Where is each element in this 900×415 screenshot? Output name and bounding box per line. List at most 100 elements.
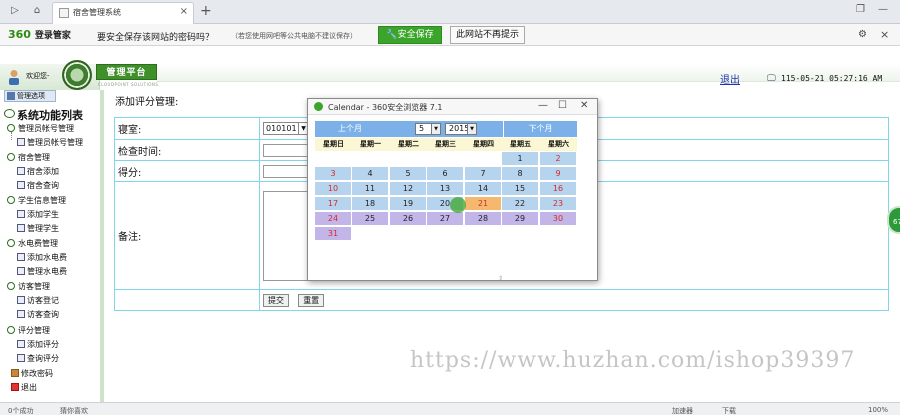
status-bar: 0个成功 猜你喜欢 加速器 下载 100% [0, 402, 900, 415]
calendar-day[interactable]: 2 [540, 152, 576, 165]
weekday-label: 星期四 [473, 140, 494, 148]
dorm-select[interactable]: 010101 ▼ [263, 122, 309, 135]
calendar-day[interactable]: 16 [540, 182, 576, 195]
check-time-label: 检查时间: [114, 139, 260, 161]
calendar-day[interactable]: 10 [315, 182, 351, 195]
calendar-nav: 上个月 5 ▼ 2015 ▼ 下个月 [315, 121, 577, 137]
calendar-day[interactable]: 3 [315, 167, 351, 180]
status-success-count[interactable]: 0个成功 [8, 406, 33, 415]
calendar-weekday-header: 星期日 星期一 星期二 星期三 星期四 星期五 星期六 [315, 138, 577, 151]
sidebar-item-label: 管理员帐号管理 [27, 138, 83, 147]
reset-button[interactable]: 重置 [298, 293, 325, 307]
save-password-button[interactable]: 🔧安全保存 [378, 26, 442, 44]
sidebar-group-label: 学生信息管理 [18, 196, 66, 205]
month-select[interactable]: 5 ▼ [415, 123, 441, 135]
calendar-day[interactable]: 7 [465, 167, 501, 180]
sidebar-item-label: 添加评分 [27, 340, 59, 349]
close-icon[interactable]: ✕ [580, 100, 588, 111]
calendar-day[interactable]: 23 [540, 197, 576, 210]
password-save-bar: 360 登录管家 要安全保存该网站的密码吗？ （若您使用网吧等公共电脑不建议保存… [0, 24, 900, 46]
header-logout-link[interactable]: 退出 [720, 71, 740, 86]
calendar-day[interactable]: 6 [427, 167, 463, 180]
welcome-text: 欢迎您- [26, 72, 50, 80]
status-zoom[interactable]: 100% [868, 406, 888, 414]
close-icon[interactable]: × [880, 28, 889, 41]
calendar-day[interactable]: 11 [352, 182, 388, 195]
restore-window-icon[interactable]: ❐ [856, 4, 865, 15]
score-field[interactable] [263, 164, 309, 178]
password-hint: （若您使用网吧等公共电脑不建议保存） [231, 32, 357, 40]
browser-tab-active[interactable]: 宿舍管理系统 × [52, 2, 194, 24]
sidebar-item-label: 宿舍查询 [27, 181, 59, 190]
sidebar-heading: 系统功能列表 [17, 109, 83, 122]
status-accelerator[interactable]: 加速器 [672, 406, 693, 415]
sidebar-item-label: 查询评分 [27, 354, 59, 363]
calendar-day[interactable]: 22 [502, 197, 538, 210]
calendar-day[interactable]: 19 [390, 197, 426, 210]
browser-tab-strip: ▷ ⌂ 宿舍管理系统 × + ❐ — [0, 0, 900, 24]
new-tab-button[interactable]: + [200, 3, 212, 19]
sidebar-item-label: 添加水电费 [27, 253, 67, 262]
calendar-day[interactable]: 1 [502, 152, 538, 165]
status-download[interactable]: 下载 [722, 406, 736, 415]
sidebar-item-label: 添加学生 [27, 210, 59, 219]
platform-banner: 管理平台 [96, 64, 157, 80]
calendar-titlebar[interactable]: Calendar - 360安全浏览器 7.1 — ☐ ✕ [308, 99, 597, 115]
month-select-value: 5 [419, 124, 425, 133]
sidebar-group-label: 评分管理 [18, 326, 50, 335]
year-select[interactable]: 2015 ▼ [445, 123, 477, 135]
calendar-window-title: Calendar - 360安全浏览器 7.1 [328, 103, 443, 112]
prev-month-button[interactable]: 上个月 [315, 121, 385, 137]
next-month-button[interactable]: 下个月 [503, 121, 577, 137]
edit-icon [17, 354, 25, 362]
sidebar-toggle-icon[interactable]: ▷ [8, 4, 22, 18]
resize-grip-icon[interactable]: ⇕ [498, 275, 503, 282]
check-time-field[interactable] [263, 143, 309, 157]
minimize-window-icon[interactable]: — [878, 4, 888, 15]
calendar-day[interactable]: 24 [315, 212, 351, 225]
calendar-day[interactable]: 9 [540, 167, 576, 180]
form-actions-spacer [114, 289, 260, 311]
calendar-day[interactable]: 26 [390, 212, 426, 225]
calendar-day[interactable]: 27 [427, 212, 463, 225]
sidebar-group-label: 宿舍管理 [18, 153, 50, 162]
tab-title: 宿舍管理系统 [73, 8, 121, 17]
calendar-day[interactable]: 15 [502, 182, 538, 195]
mouse-cursor-icon [450, 197, 466, 213]
minimize-icon[interactable]: — [538, 100, 548, 111]
login-manager-logo: 360 登录管家 [8, 28, 71, 41]
calendar-day-today[interactable]: 21 [465, 197, 501, 210]
status-guess-like[interactable]: 猜你喜欢 [60, 406, 88, 415]
calendar-day[interactable]: 5 [390, 167, 426, 180]
folder-icon [7, 282, 15, 290]
floating-speed-badge[interactable]: 67 [887, 206, 900, 234]
submit-button[interactable]: 提交 [263, 293, 289, 307]
save-password-label: 安全保存 [397, 30, 434, 40]
folder-icon [7, 239, 15, 247]
key-icon [11, 369, 19, 377]
platform-subtitle: CLOUDPOINT SOLUTIONS [98, 82, 159, 87]
home-icon[interactable]: ⌂ [30, 4, 44, 18]
calendar-day[interactable]: 12 [390, 182, 426, 195]
logout-icon [11, 383, 19, 391]
calendar-day[interactable]: 13 [427, 182, 463, 195]
calendar-day[interactable]: 30 [540, 212, 576, 225]
system-emblem-icon [62, 60, 92, 90]
calendar-day[interactable]: 29 [502, 212, 538, 225]
calendar-day[interactable]: 28 [465, 212, 501, 225]
password-question: 要安全保存该网站的密码吗？ [97, 33, 215, 43]
calendar-day[interactable]: 14 [465, 182, 501, 195]
clock-icon: 🖵 [767, 74, 776, 84]
calendar-day[interactable]: 4 [352, 167, 388, 180]
tab-close-icon[interactable]: × [180, 6, 188, 17]
chevron-down-icon: ▼ [467, 124, 476, 134]
maximize-icon[interactable]: ☐ [558, 100, 567, 111]
edit-icon [17, 340, 25, 348]
calendar-day[interactable]: 31 [315, 227, 351, 240]
calendar-day[interactable]: 8 [502, 167, 538, 180]
calendar-day[interactable]: 17 [315, 197, 351, 210]
never-prompt-button[interactable]: 此网站不再提示 [450, 26, 525, 44]
calendar-day[interactable]: 18 [352, 197, 388, 210]
gear-icon[interactable]: ⚙ [858, 29, 867, 40]
calendar-day[interactable]: 25 [352, 212, 388, 225]
